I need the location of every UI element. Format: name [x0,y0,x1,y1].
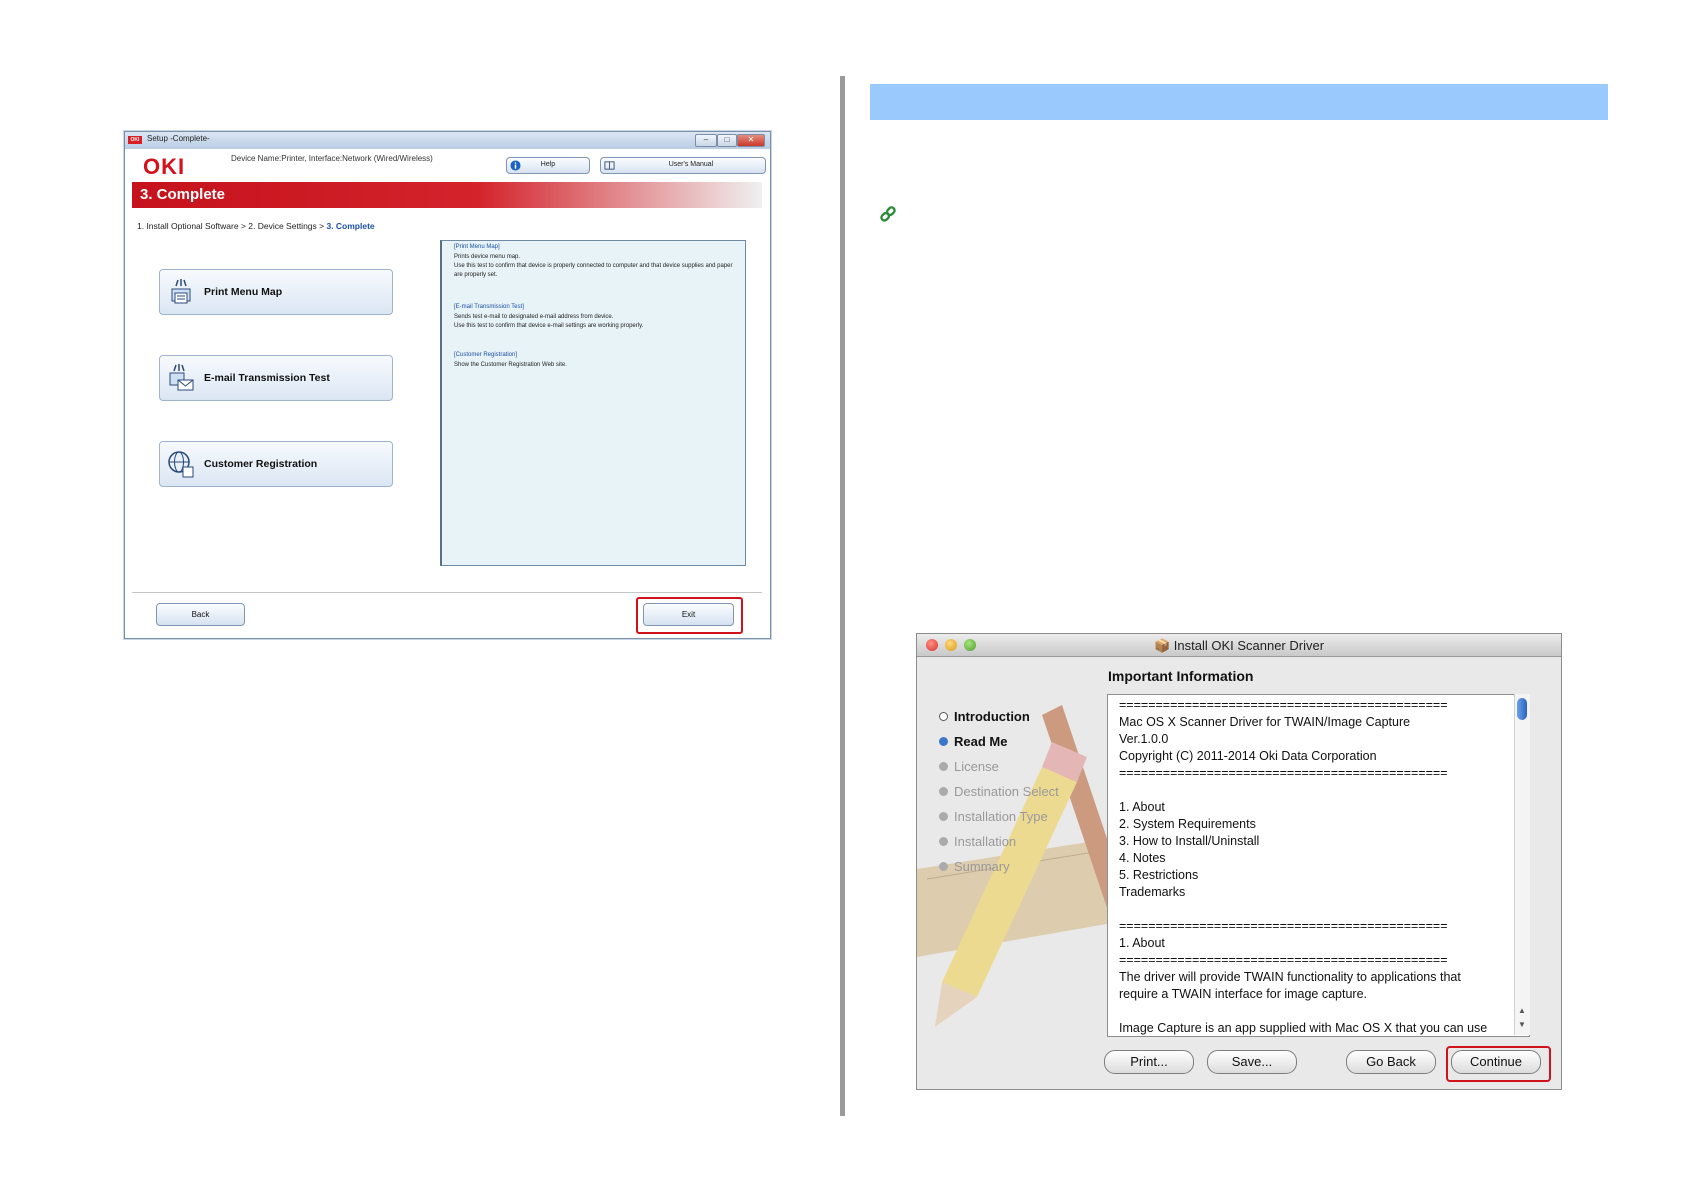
desc-text-print-2: Use this test to confirm that device is … [454,263,733,278]
print-button[interactable]: Print... [1104,1050,1194,1074]
package-icon: 📦 [1153,638,1171,653]
readme-scrollbar[interactable]: ▲ ▼ [1514,694,1530,1035]
step-summary-label: Summary [954,859,1010,874]
go-back-button[interactable]: Go Back [1346,1050,1436,1074]
installer-title-wrap: 📦 Install OKI Scanner Driver [917,638,1561,654]
readme-line: Mac OS X Scanner Driver for TWAIN/Image … [1119,715,1411,729]
oki-setup-window: OKI Setup -Complete- – □ ✕ OKI Device Na… [124,131,771,639]
step-read-me-label: Read Me [954,734,1008,749]
readme-line: 5. Restrictions [1119,868,1199,882]
oki-small-icon: OKI [128,136,142,144]
step-introduction-label: Introduction [954,709,1030,724]
desc-heading-email: [E-mail Transmission Test] [454,304,524,310]
step-pending-icon [939,837,948,846]
mac-titlebar: 📦 Install OKI Scanner Driver [917,634,1561,657]
scroll-up-arrow-icon[interactable]: ▲ [1518,1006,1526,1015]
readme-line: ========================================… [1119,919,1448,933]
readme-line: Trademarks [1119,885,1186,899]
desc-heading-print: [Print Menu Map] [454,244,500,250]
step-installation-label: Installation [954,834,1017,849]
device-name-label: Device Name:Printer, Interface:Network (… [231,154,433,163]
link-icon[interactable] [878,204,898,224]
step-license: License [939,759,999,774]
step-current-icon [939,737,948,746]
step-banner: 3. Complete [132,182,762,208]
important-information-heading: Important Information [1108,668,1254,684]
users-manual-label: User's Manual [668,161,714,168]
close-button[interactable]: ✕ [737,134,765,147]
readme-line: 4. Notes [1119,851,1166,865]
readme-line: 1. About [1119,800,1165,814]
email-transmission-test-button[interactable]: E-mail Transmission Test [159,355,393,401]
step-destination-select-label: Destination Select [954,784,1059,799]
step-title: 3. Complete [140,186,226,203]
desc-text-registration: Show the Customer Registration Web site. [454,362,567,368]
back-button[interactable]: Back [156,603,245,626]
step-license-label: License [954,759,999,774]
footer-separator [132,592,762,593]
step-destination-select: Destination Select [939,784,1059,799]
desc-text-email-2: Use this test to confirm that device e-m… [454,323,644,329]
maximize-button[interactable]: □ [717,134,737,147]
readme-line: ========================================… [1119,766,1448,780]
readme-line: 2. System Requirements [1119,817,1256,831]
step-pending-icon [939,762,948,771]
customer-registration-button[interactable]: Customer Registration [159,441,393,487]
users-manual-button[interactable]: User's Manual [600,157,766,174]
window-title: Setup -Complete- [147,134,210,143]
section-header-bar [870,84,1608,120]
readme-line: Ver.1.0.0 [1119,732,1169,746]
print-menu-map-label: Print Menu Map [204,286,283,298]
step-read-me: Read Me [939,734,1007,749]
step-pending-icon [939,787,948,796]
customer-registration-label: Customer Registration [204,458,318,470]
readme-line: ========================================… [1119,698,1448,712]
step-introduction: Introduction [939,709,1030,724]
print-menu-map-button[interactable]: Print Menu Map [159,269,393,315]
globe-registration-icon [168,451,194,478]
readme-text-area[interactable]: ========================================… [1107,694,1530,1037]
step-pending-icon [939,862,948,871]
save-button[interactable]: Save... [1207,1050,1297,1074]
readme-line: require a TWAIN interface for image capt… [1119,987,1368,1001]
step-pending-icon [939,812,948,821]
breadcrumb-current: 3. Complete [326,221,375,231]
mac-installer-window: 📦 Install OKI Scanner Driver Important I… [916,633,1562,1090]
desc-text-print-1: Prints device menu map. [454,254,521,260]
readme-line: ========================================… [1119,953,1448,967]
help-label: Help [540,161,556,168]
desc-text-email-1: Sends test e-mail to designated e-mail a… [454,314,614,320]
breadcrumb: 1. Install Optional Software > 2. Device… [137,221,375,231]
minimize-button[interactable]: – [695,134,717,147]
step-installation-type-label: Installation Type [954,809,1048,824]
step-installation-type: Installation Type [939,809,1048,824]
step-installation: Installation [939,834,1016,849]
help-button[interactable]: Help [506,157,590,174]
readme-line: The driver will provide TWAIN functional… [1119,970,1461,984]
book-icon [604,161,615,170]
description-panel: [Print Menu Map] Prints device menu map.… [440,240,746,566]
breadcrumb-prefix: 1. Install Optional Software > 2. Device… [137,221,327,231]
step-done-icon [939,712,948,721]
email-transmission-test-label: E-mail Transmission Test [204,372,330,384]
scroll-thumb[interactable] [1517,698,1527,720]
email-test-icon [169,364,194,391]
window-titlebar: OKI Setup -Complete- – □ ✕ [125,132,770,149]
continue-highlight-box [1446,1046,1551,1082]
column-divider [840,76,845,1116]
exit-highlight-box [636,597,743,634]
print-menu-icon [171,279,191,304]
desc-heading-registration: [Customer Registration] [454,352,518,358]
scroll-down-arrow-icon[interactable]: ▼ [1518,1020,1526,1029]
readme-line: Image Capture is an app supplied with Ma… [1119,1021,1488,1035]
installer-title: Install OKI Scanner Driver [1173,638,1325,653]
oki-logo: OKI [143,154,186,179]
readme-line: 3. How to Install/Uninstall [1119,834,1260,848]
readme-line: Copyright (C) 2011-2014 Oki Data Corpora… [1119,749,1377,763]
step-summary: Summary [939,859,1010,874]
readme-line: 1. About [1119,936,1165,950]
